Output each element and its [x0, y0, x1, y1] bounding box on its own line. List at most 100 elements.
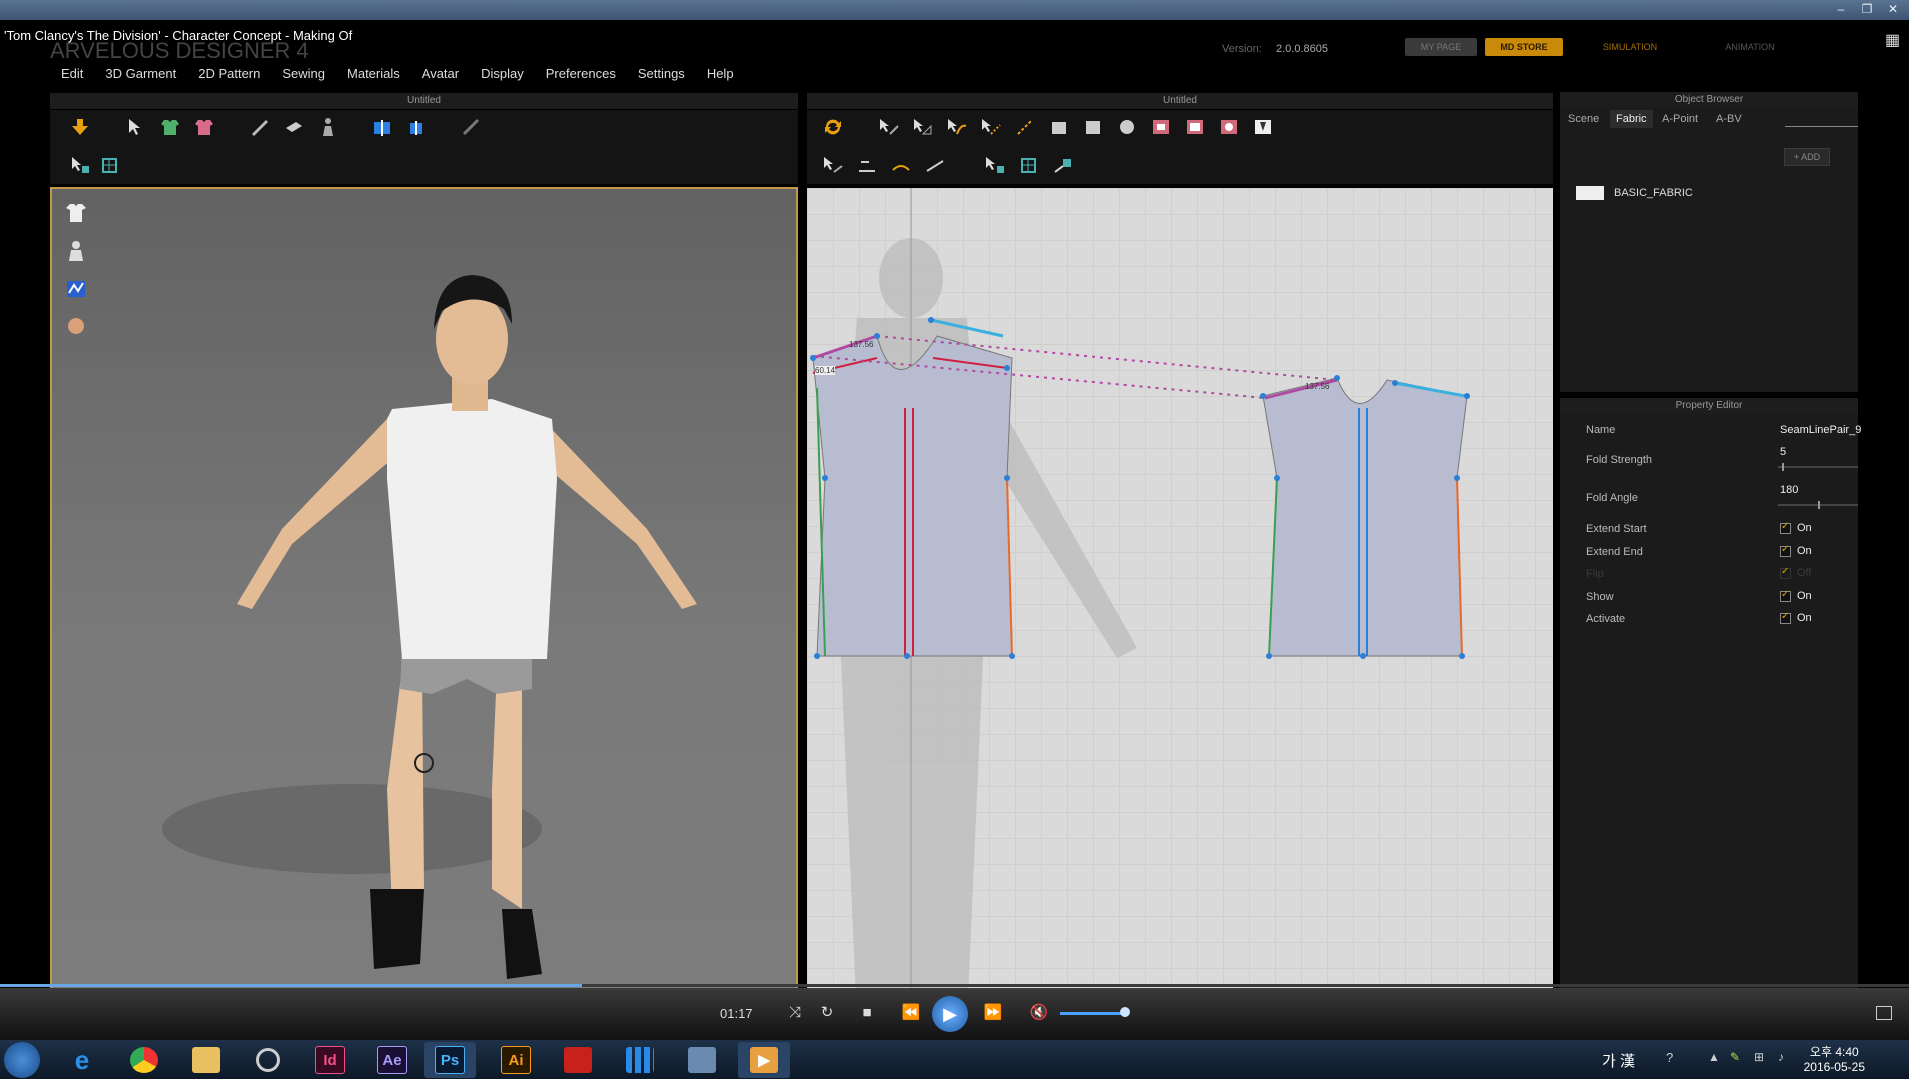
mesh-grid-2d-icon[interactable]: [1017, 154, 1041, 176]
menu-settings[interactable]: Settings: [627, 62, 696, 86]
speaker-icon[interactable]: ♪: [1778, 1050, 1784, 1064]
2d-pattern-viewport[interactable]: 137.56 60.14 137.56: [807, 188, 1553, 1022]
tab-fabric[interactable]: Fabric: [1610, 110, 1653, 128]
prop-extend-start-toggle[interactable]: On: [1780, 521, 1812, 534]
dart-icon[interactable]: [1251, 116, 1275, 138]
restore-icon[interactable]: ❐: [1859, 2, 1875, 16]
next-icon[interactable]: ⏩: [980, 1000, 1006, 1026]
fold-strength-slider-knob[interactable]: [1782, 463, 1784, 471]
menu-materials[interactable]: Materials: [336, 62, 411, 86]
prop-name-value[interactable]: SeamLinePair_9: [1780, 424, 1861, 436]
media-player-icon[interactable]: ▶: [738, 1042, 790, 1078]
arrange-point-icon[interactable]: [404, 116, 428, 138]
system-clock[interactable]: 오후 4:40 2016-05-25: [1804, 1045, 1865, 1075]
menu-avatar[interactable]: Avatar: [411, 62, 470, 86]
activate-checkbox[interactable]: [1780, 611, 1791, 624]
prop-extend-end-toggle[interactable]: On: [1780, 544, 1812, 557]
curve-point-icon[interactable]: [1013, 116, 1037, 138]
pin-tool-icon[interactable]: [248, 116, 272, 138]
volume-slider[interactable]: [1060, 1012, 1126, 1015]
simulation-button[interactable]: SIMULATION: [1585, 38, 1675, 56]
add-point-icon[interactable]: [979, 116, 1003, 138]
minimize-icon[interactable]: –: [1833, 2, 1849, 16]
edit-curve-icon[interactable]: [945, 116, 969, 138]
fullscreen-icon[interactable]: [1876, 1006, 1892, 1020]
menu-edit[interactable]: Edit: [50, 62, 94, 86]
ime-indicator[interactable]: 가 漢: [1602, 1050, 1635, 1071]
explorer-icon[interactable]: [180, 1042, 232, 1078]
select-mesh-icon[interactable]: [68, 154, 92, 176]
internal-rectangle-icon[interactable]: [1183, 116, 1207, 138]
start-icon[interactable]: [4, 1042, 40, 1078]
network-icon[interactable]: ⊞: [1754, 1050, 1764, 1064]
fold-angle-slider-knob[interactable]: [1818, 501, 1820, 509]
fold-strength-slider[interactable]: [1778, 463, 1858, 471]
free-sewing-icon[interactable]: [889, 154, 913, 176]
indesign-icon[interactable]: Id: [304, 1042, 356, 1078]
menu-2d-pattern[interactable]: 2D Pattern: [187, 62, 271, 86]
md-store-button[interactable]: MD STORE: [1485, 38, 1563, 56]
volume-knob[interactable]: [1120, 1007, 1130, 1017]
fold-angle-slider[interactable]: [1778, 501, 1858, 509]
show-checkbox[interactable]: [1780, 589, 1791, 602]
rectangle-icon[interactable]: [1081, 116, 1105, 138]
tray-expand-icon[interactable]: ▲: [1708, 1050, 1720, 1064]
garment-fold-icon[interactable]: [192, 116, 216, 138]
prop-fold-angle-value[interactable]: 180: [1780, 484, 1798, 496]
fabric-swatch[interactable]: [1576, 186, 1604, 200]
repeat-icon[interactable]: ↻: [814, 1000, 840, 1026]
tab-a-point[interactable]: A-Point: [1656, 110, 1704, 128]
measure-icon[interactable]: [460, 116, 484, 138]
extend-start-checkbox[interactable]: [1780, 521, 1791, 534]
avatar-pose-icon[interactable]: [316, 116, 340, 138]
grid-app-icon[interactable]: [614, 1042, 666, 1078]
prop-show-toggle[interactable]: On: [1780, 589, 1812, 602]
segment-sewing-icon[interactable]: [855, 154, 879, 176]
transform-pattern-icon[interactable]: [877, 116, 901, 138]
window-app-icon[interactable]: [676, 1042, 728, 1078]
illustrator-icon[interactable]: Ai: [490, 1042, 542, 1078]
my-page-button[interactable]: MY PAGE: [1405, 38, 1477, 56]
mn-sewing-icon[interactable]: [923, 154, 947, 176]
circle-icon[interactable]: [1115, 116, 1139, 138]
tab-a-bv[interactable]: A-BV: [1710, 110, 1748, 128]
refresh-icon[interactable]: [821, 116, 845, 138]
arrange-icon[interactable]: [370, 116, 394, 138]
tack-tool-icon[interactable]: [282, 116, 306, 138]
add-fabric-button[interactable]: + ADD: [1784, 148, 1830, 166]
prop-activate-toggle[interactable]: On: [1780, 611, 1812, 624]
previous-icon[interactable]: ⏪: [898, 1000, 924, 1026]
import-arrow-icon[interactable]: [68, 116, 92, 138]
tray-pen-icon[interactable]: ✎: [1730, 1050, 1740, 1064]
menu-preferences[interactable]: Preferences: [535, 62, 627, 86]
sketchup-icon[interactable]: [552, 1042, 604, 1078]
expand-icon[interactable]: ▦: [1885, 30, 1900, 50]
3d-viewport[interactable]: [50, 187, 798, 1022]
menu-display[interactable]: Display: [470, 62, 535, 86]
stop-icon[interactable]: ■: [854, 1000, 880, 1026]
trace-icon[interactable]: [1051, 154, 1075, 176]
animation-button[interactable]: ANIMATION: [1705, 38, 1795, 56]
shuffle-icon[interactable]: ⤨: [782, 1000, 808, 1026]
polygon-icon[interactable]: [1047, 116, 1071, 138]
internal-circle-icon[interactable]: [1217, 116, 1241, 138]
close-icon[interactable]: ✕: [1885, 2, 1901, 16]
aftereffects-icon[interactable]: Ae: [366, 1042, 418, 1078]
ie-icon[interactable]: e: [56, 1042, 108, 1078]
fabric-name[interactable]: BASIC_FABRIC: [1614, 187, 1693, 199]
edit-point-icon[interactable]: [911, 116, 935, 138]
chrome-icon[interactable]: [118, 1042, 170, 1078]
mesh-grid-icon[interactable]: [98, 154, 122, 176]
gear-icon[interactable]: [242, 1042, 294, 1078]
mute-icon[interactable]: 🔇: [1026, 1000, 1052, 1026]
photoshop-icon[interactable]: Ps: [424, 1042, 476, 1078]
garment-select-icon[interactable]: [158, 116, 182, 138]
select-mesh-2d-icon[interactable]: [983, 154, 1007, 176]
extend-end-checkbox[interactable]: [1780, 544, 1791, 557]
tray-help-icon[interactable]: ?: [1666, 1050, 1673, 1065]
internal-polygon-icon[interactable]: [1149, 116, 1173, 138]
menu-sewing[interactable]: Sewing: [271, 62, 336, 86]
select-move-icon[interactable]: [124, 116, 148, 138]
prop-fold-strength-value[interactable]: 5: [1780, 446, 1786, 458]
menu-3d-garment[interactable]: 3D Garment: [94, 62, 187, 86]
